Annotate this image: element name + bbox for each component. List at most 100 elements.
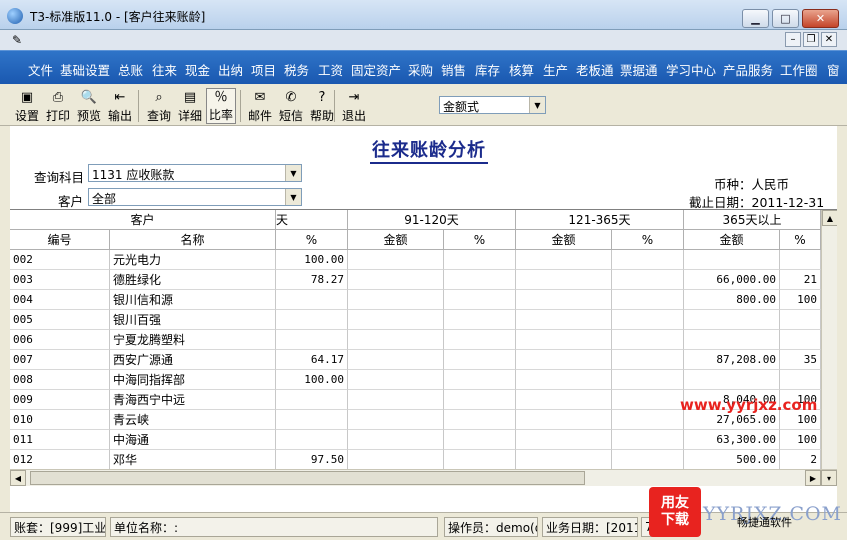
menu-item-8[interactable]: 工资 (318, 60, 343, 79)
toolbar-button-10[interactable]: ⇥ 退出 (339, 88, 369, 124)
table-row[interactable]: 005 银川百强 (10, 310, 837, 330)
cell-code: 002 (10, 250, 110, 270)
cell-amt3 (516, 310, 612, 330)
cell-pct1: 100.00 (276, 370, 348, 390)
toolbar-button-1[interactable]: ⎙ 打印 (43, 88, 73, 124)
vertical-scrollbar[interactable]: ▲ (821, 210, 837, 486)
menu-item-13[interactable]: 核算 (509, 60, 534, 79)
toolbar-button-9[interactable]: ? 帮助 (307, 88, 337, 124)
cell-pct1: 100.00 (276, 250, 348, 270)
menu-item-12[interactable]: 库存 (475, 60, 500, 79)
display-mode-select[interactable]: 金额式 ▼ (439, 96, 546, 114)
menu-item-2[interactable]: 总账 (118, 60, 143, 79)
column-header[interactable]: 金额 (348, 230, 444, 250)
cell-pct4 (780, 330, 821, 350)
group-header: 91-120天 (348, 210, 516, 230)
column-header[interactable]: 金额 (684, 230, 780, 250)
toolbar-button-0[interactable]: ▣ 设置 (12, 88, 42, 124)
table-row[interactable]: 003 德胜绿化 78.27 66,000.00 21 (10, 270, 837, 290)
child-close-icon[interactable]: ✕ (821, 32, 837, 47)
menu-item-1[interactable]: 基础设置 (60, 60, 110, 79)
chevron-down-icon[interactable]: ▼ (285, 189, 301, 205)
scroll-left-icon[interactable]: ◀ (10, 470, 26, 486)
chevron-down-icon[interactable]: ▼ (285, 165, 301, 181)
scroll-right-icon[interactable]: ▶ (805, 470, 821, 486)
menu-item-10[interactable]: 采购 (408, 60, 433, 79)
column-header[interactable]: % (780, 230, 821, 250)
toolbar-button-6[interactable]: ％ 比率 (206, 88, 236, 124)
subject-select[interactable]: 1131 应收账款 ▼ (88, 164, 302, 182)
left-frame (0, 126, 10, 512)
menu-item-17[interactable]: 学习中心 (666, 60, 716, 79)
maximize-icon[interactable]: □ (772, 9, 799, 28)
scroll-end-icon[interactable]: ▾ (821, 470, 837, 486)
table-row[interactable]: 008 中海同指挥部 100.00 (10, 370, 837, 390)
column-header[interactable]: 金额 (516, 230, 612, 250)
toolbar-button-2[interactable]: 🔍 预览 (74, 88, 104, 124)
cell-pct3 (612, 450, 684, 470)
toolbar-button-3[interactable]: ⇤ 输出 (105, 88, 135, 124)
menu-item-19[interactable]: 工作圈 (780, 60, 818, 79)
scroll-up-icon[interactable]: ▲ (822, 210, 837, 226)
column-header[interactable]: % (276, 230, 348, 250)
toolbar: 金额式 ▼ ▣ 设置 ⎙ 打印 🔍 预览 ⇤ 输出 ⌕ 查询 ▤ 详细 ％ 比率 ✉ 邮件 ✆ 短信? 帮助 ⇥ 退出 (0, 84, 847, 126)
cell-amt2 (348, 310, 444, 330)
menu-item-6[interactable]: 项目 (251, 60, 276, 79)
cell-pct2 (444, 330, 516, 350)
report-panel: 往来账龄分析 查询科目 1131 应收账款 ▼ 客户 全部 ▼ 币种：人民币 截… (10, 126, 837, 512)
toolbar-button-8[interactable]: ✆ 短信 (276, 88, 306, 124)
cell-pct1: 64.17 (276, 350, 348, 370)
column-header[interactable]: 名称 (110, 230, 276, 250)
window-title: T3-标准版11.0 - [客户往来账龄] (30, 10, 206, 24)
cell-code: 004 (10, 290, 110, 310)
table-row[interactable]: 007 西安广源通 64.17 87,208.00 35 (10, 350, 837, 370)
subject-label: 查询科目 (34, 170, 85, 185)
toolbar-button-label: 打印 (45, 109, 70, 123)
menu-item-14[interactable]: 生产 (543, 60, 568, 79)
table-row[interactable]: 012 邓华 97.50 500.00 2 (10, 450, 837, 470)
table-row[interactable]: 002 元光电力 100.00 (10, 250, 837, 270)
scrollbar-thumb[interactable] (30, 471, 585, 485)
menu-item-20[interactable]: 窗 (827, 60, 840, 79)
column-header[interactable]: % (612, 230, 684, 250)
menu-item-18[interactable]: 产品服务 (723, 60, 773, 79)
window-titlebar: T3-标准版11.0 - [客户往来账龄] ▁ □ ✕ (0, 0, 847, 30)
currency-label: 币种：人民币 (714, 177, 790, 192)
close-icon[interactable]: ✕ (802, 9, 839, 28)
table-row[interactable]: 011 中海通 63,300.00 100 (10, 430, 837, 450)
menu-item-15[interactable]: 老板通 (576, 60, 614, 79)
watermark-logo: 用友 下载 (649, 487, 701, 537)
toolbar-button-7[interactable]: ✉ 邮件 (245, 88, 275, 124)
child-restore-icon[interactable]: ❐ (803, 32, 819, 47)
column-header[interactable]: 编号 (10, 230, 110, 250)
menu-item-7[interactable]: 税务 (284, 60, 309, 79)
cell-pct2 (444, 250, 516, 270)
menu-item-9[interactable]: 固定资产 (351, 60, 401, 79)
horizontal-scrollbar[interactable]: ◀ ▶ ▾ (10, 469, 837, 486)
status-account: 账套：[999]工业 (10, 517, 106, 537)
cell-code: 007 (10, 350, 110, 370)
toolbar-button-4[interactable]: ⌕ 查询 (144, 88, 174, 124)
menu-item-16[interactable]: 票据通 (620, 60, 658, 79)
minimize-icon[interactable]: ▁ (742, 9, 769, 28)
toolbar-button-label: 详细 (177, 109, 202, 123)
cell-pct2 (444, 410, 516, 430)
cell-amt2 (348, 410, 444, 430)
toolbar-button-5[interactable]: ▤ 详细 (175, 88, 205, 124)
customer-select[interactable]: 全部 ▼ (88, 188, 302, 206)
child-minimize-icon[interactable]: – (785, 32, 801, 47)
menu-item-11[interactable]: 销售 (441, 60, 466, 79)
toolbar-separator (138, 90, 139, 122)
cell-name: 宁夏龙腾塑料 (110, 330, 276, 350)
chevron-down-icon[interactable]: ▼ (529, 97, 545, 113)
menu-item-4[interactable]: 现金 (185, 60, 210, 79)
menu-item-3[interactable]: 往来 (152, 60, 177, 79)
table-row[interactable]: 006 宁夏龙腾塑料 (10, 330, 837, 350)
cell-pct4: 35 (780, 350, 821, 370)
column-header[interactable]: % (444, 230, 516, 250)
sms-icon: ✆ (285, 89, 297, 105)
menu-item-0[interactable]: 文件 (28, 60, 53, 79)
table-row[interactable]: 004 银川信和源 800.00 100 (10, 290, 837, 310)
cell-amt3 (516, 330, 612, 350)
menu-item-5[interactable]: 出纳 (218, 60, 243, 79)
